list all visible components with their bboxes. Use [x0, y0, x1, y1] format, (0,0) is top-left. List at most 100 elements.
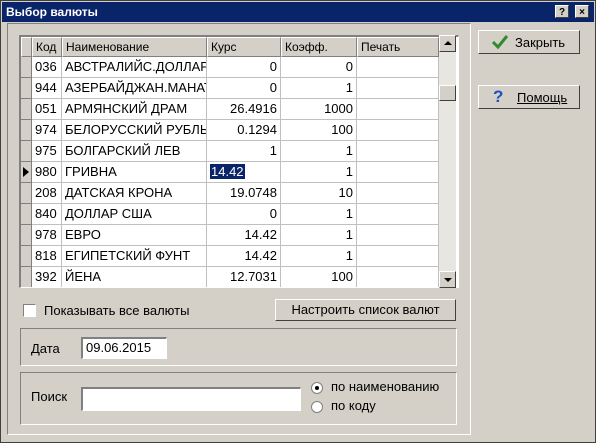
- cell-print[interactable]: [357, 78, 439, 99]
- row-indicator[interactable]: [21, 204, 32, 225]
- grid-vertical-scrollbar[interactable]: [439, 35, 456, 288]
- cell-code[interactable]: 840: [32, 204, 62, 225]
- column-header-code[interactable]: Код: [32, 37, 62, 57]
- cell-print[interactable]: [357, 99, 439, 120]
- cell-code[interactable]: 978: [32, 225, 62, 246]
- title-help-button[interactable]: ?: [555, 5, 569, 18]
- cell-print[interactable]: [357, 57, 439, 78]
- table-row[interactable]: 051 АРМЯНСКИЙ ДРАМ 26.4916 1000: [32, 99, 439, 120]
- title-close-button[interactable]: ×: [575, 5, 589, 18]
- cell-code[interactable]: 392: [32, 267, 62, 287]
- cell-coef[interactable]: 0: [281, 57, 357, 78]
- cell-print[interactable]: [357, 225, 439, 246]
- cell-coef[interactable]: 1: [281, 204, 357, 225]
- scroll-up-button[interactable]: [439, 35, 456, 52]
- configure-list-button[interactable]: Настроить список валют: [275, 299, 456, 321]
- cell-rate[interactable]: 14.42: [207, 246, 281, 267]
- cell-code[interactable]: 036: [32, 57, 62, 78]
- close-button[interactable]: Закрыть: [478, 30, 580, 54]
- search-input[interactable]: [81, 387, 301, 411]
- cell-rate[interactable]: 19.0748: [207, 183, 281, 204]
- row-indicator[interactable]: [21, 57, 32, 78]
- cell-name[interactable]: ДОЛЛАР США: [62, 204, 207, 225]
- row-indicator[interactable]: [21, 267, 32, 287]
- show-all-checkbox[interactable]: [23, 304, 36, 317]
- cell-name[interactable]: АРМЯНСКИЙ ДРАМ: [62, 99, 207, 120]
- cell-coef[interactable]: 10: [281, 183, 357, 204]
- cell-coef[interactable]: 1: [281, 162, 357, 183]
- cell-name[interactable]: ГРИВНА: [62, 162, 207, 183]
- cell-name[interactable]: АВСТРАЛИЙС.ДОЛЛАР: [62, 57, 207, 78]
- table-row[interactable]: 974 БЕЛОРУССКИЙ РУБЛЬ 0.1294 100: [32, 120, 439, 141]
- table-row[interactable]: 980 ГРИВНА 14.42 1: [32, 162, 439, 183]
- cell-name[interactable]: АЗЕРБАЙДЖАН.МАНАТ: [62, 78, 207, 99]
- cell-rate[interactable]: 0.1294: [207, 120, 281, 141]
- help-button[interactable]: ? Помощь: [478, 85, 580, 109]
- cell-rate[interactable]: 1: [207, 141, 281, 162]
- cell-name[interactable]: ЕГИПЕТСКИЙ ФУНТ: [62, 246, 207, 267]
- cell-coef[interactable]: 1: [281, 78, 357, 99]
- cell-rate[interactable]: 0: [207, 78, 281, 99]
- cell-coef[interactable]: 100: [281, 267, 357, 287]
- row-indicator[interactable]: [21, 183, 32, 204]
- row-indicator[interactable]: [21, 78, 32, 99]
- table-row[interactable]: 818 ЕГИПЕТСКИЙ ФУНТ 14.42 1: [32, 246, 439, 267]
- cell-code[interactable]: 980: [32, 162, 62, 183]
- table-row[interactable]: 975 БОЛГАРСКИЙ ЛЕВ 1 1: [32, 141, 439, 162]
- cell-code[interactable]: 944: [32, 78, 62, 99]
- currency-grid[interactable]: Код Наименование Курс Коэфф. Печать 036 А…: [19, 35, 459, 288]
- row-indicator[interactable]: [21, 246, 32, 267]
- cell-print[interactable]: [357, 162, 439, 183]
- cell-coef[interactable]: 1: [281, 141, 357, 162]
- cell-rate-editor[interactable]: 14.42: [210, 164, 245, 179]
- cell-rate[interactable]: 12.7031: [207, 267, 281, 287]
- cell-code[interactable]: 208: [32, 183, 62, 204]
- row-indicator[interactable]: [21, 99, 32, 120]
- show-all-label[interactable]: Показывать все валюты: [44, 303, 189, 318]
- column-header-name[interactable]: Наименование: [62, 37, 207, 57]
- cell-rate[interactable]: 0: [207, 57, 281, 78]
- cell-code[interactable]: 051: [32, 99, 62, 120]
- cell-rate[interactable]: 14.42: [207, 162, 281, 183]
- cell-print[interactable]: [357, 183, 439, 204]
- cell-print[interactable]: [357, 267, 439, 287]
- table-row[interactable]: 208 ДАТСКАЯ КРОНА 19.0748 10: [32, 183, 439, 204]
- cell-coef[interactable]: 1: [281, 246, 357, 267]
- cell-coef[interactable]: 1000: [281, 99, 357, 120]
- cell-rate[interactable]: 0: [207, 204, 281, 225]
- scroll-down-button[interactable]: [439, 271, 456, 288]
- radio-by-code[interactable]: [311, 401, 323, 413]
- cell-code[interactable]: 975: [32, 141, 62, 162]
- table-row[interactable]: 392 ЙЕНА 12.7031 100: [32, 267, 439, 287]
- cell-name[interactable]: БЕЛОРУССКИЙ РУБЛЬ: [62, 120, 207, 141]
- cell-code[interactable]: 974: [32, 120, 62, 141]
- cell-print[interactable]: [357, 204, 439, 225]
- column-header-print[interactable]: Печать: [357, 37, 439, 57]
- row-indicator[interactable]: [21, 162, 32, 183]
- table-row[interactable]: 944 АЗЕРБАЙДЖАН.МАНАТ 0 1: [32, 78, 439, 99]
- row-indicator[interactable]: [21, 120, 32, 141]
- cell-code[interactable]: 818: [32, 246, 62, 267]
- cell-name[interactable]: ЕВРО: [62, 225, 207, 246]
- cell-rate[interactable]: 26.4916: [207, 99, 281, 120]
- table-row[interactable]: 978 ЕВРО 14.42 1: [32, 225, 439, 246]
- date-field[interactable]: 09.06.2015: [81, 337, 167, 359]
- column-header-rate[interactable]: Курс: [207, 37, 281, 57]
- cell-print[interactable]: [357, 141, 439, 162]
- scroll-thumb[interactable]: [439, 85, 456, 101]
- radio-by-code-label[interactable]: по коду: [331, 398, 376, 413]
- table-row[interactable]: 840 ДОЛЛАР США 0 1: [32, 204, 439, 225]
- cell-print[interactable]: [357, 120, 439, 141]
- cell-coef[interactable]: 1: [281, 225, 357, 246]
- title-bar[interactable]: Выбор валюты ? ×: [2, 2, 594, 22]
- cell-print[interactable]: [357, 246, 439, 267]
- table-row[interactable]: 036 АВСТРАЛИЙС.ДОЛЛАР 0 0: [32, 57, 439, 78]
- radio-by-name[interactable]: [311, 382, 323, 394]
- row-indicator[interactable]: [21, 225, 32, 246]
- cell-name[interactable]: БОЛГАРСКИЙ ЛЕВ: [62, 141, 207, 162]
- radio-by-name-label[interactable]: по наименованию: [331, 379, 439, 394]
- cell-name[interactable]: ЙЕНА: [62, 267, 207, 287]
- cell-coef[interactable]: 100: [281, 120, 357, 141]
- cell-rate[interactable]: 14.42: [207, 225, 281, 246]
- cell-name[interactable]: ДАТСКАЯ КРОНА: [62, 183, 207, 204]
